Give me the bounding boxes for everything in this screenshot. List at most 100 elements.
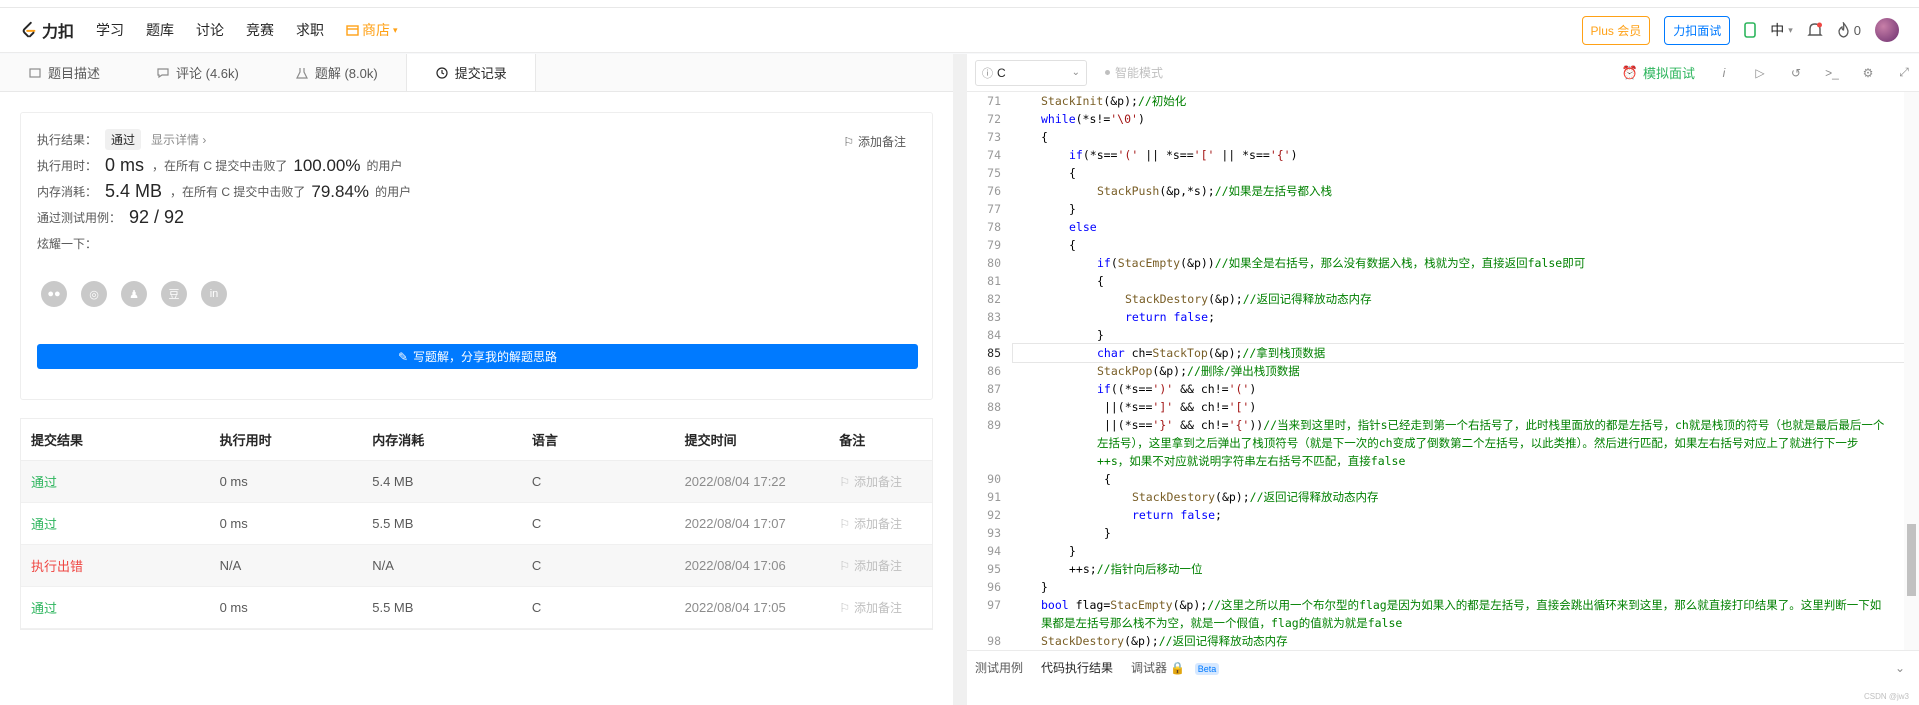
add-note-button[interactable]: ⚐ 添加备注 <box>829 515 932 532</box>
memory-cell: 5.4 MB <box>372 474 414 489</box>
settings-icon[interactable]: ⚙ <box>1861 66 1875 80</box>
code-line[interactable]: 92 return false; <box>967 506 1904 524</box>
phone-icon[interactable] <box>1744 22 1757 38</box>
nav-store[interactable]: 商店 ▾ <box>346 20 398 40</box>
tab-solutions[interactable]: 题解 (8.0k) <box>267 54 406 91</box>
code-line[interactable]: 78 else <box>967 218 1904 236</box>
status-cell[interactable]: 通过 <box>21 514 210 533</box>
memory-percent: 79.84% <box>311 181 370 201</box>
linkedin-icon[interactable]: in <box>201 281 227 307</box>
runtime-cell: 0 ms <box>219 600 248 615</box>
code-line[interactable]: 75 { <box>967 164 1904 182</box>
nav-jobs[interactable]: 求职 <box>296 20 324 40</box>
add-note-button[interactable]: ⚐ 添加备注 <box>843 133 906 150</box>
tab-debugger[interactable]: 调试器 🔒 Beta <box>1131 659 1220 676</box>
code-line[interactable]: 84} <box>967 326 1904 344</box>
fullscreen-icon[interactable]: ⤢ <box>1897 65 1911 80</box>
terminal-icon[interactable]: >_ <box>1825 66 1839 80</box>
add-note-button[interactable]: ⚐ 添加备注 <box>829 557 932 574</box>
table-row[interactable]: 通过 0 ms 5.5 MB C 2022/08/04 17:07 ⚐ 添加备注 <box>21 503 932 545</box>
tab-run-result[interactable]: 代码执行结果 <box>1041 659 1113 676</box>
nav-learn[interactable]: 学习 <box>96 20 124 40</box>
line-number: 75 <box>987 166 1001 180</box>
code-line[interactable]: 97 bool flag=StacEmpty(&p);//这里之所以用一个布尔型的… <box>967 596 1904 632</box>
tab-testcases[interactable]: 测试用例 <box>975 659 1023 676</box>
alarm-icon: ⏰ <box>1621 64 1638 80</box>
add-note-button[interactable]: ⚐ 添加备注 <box>829 473 932 490</box>
write-solution-button[interactable]: ✎ 写题解，分享我的解题思路 <box>37 344 918 369</box>
code-line[interactable]: 90 { <box>967 470 1904 488</box>
code-line[interactable]: 82 StackDestory(&p);//返回记得释放动态内存 <box>967 290 1904 308</box>
smart-mode-toggle[interactable]: 智能模式 <box>1105 64 1163 81</box>
plus-member-button[interactable]: Plus 会员 <box>1581 15 1651 45</box>
code-text: StackDestory(&p);//返回记得释放动态内存 <box>1125 292 1372 306</box>
table-row[interactable]: 通过 0 ms 5.4 MB C 2022/08/04 17:22 ⚐ 添加备注 <box>21 461 932 503</box>
code-line[interactable]: 73 { <box>967 128 1904 146</box>
reset-icon[interactable]: ↺ <box>1789 66 1803 80</box>
nav-discuss[interactable]: 讨论 <box>196 20 224 40</box>
runtime-value: 0 ms <box>105 155 145 175</box>
code-line[interactable]: 79 { <box>967 236 1904 254</box>
code-line[interactable]: 77} <box>967 200 1904 218</box>
status-cell[interactable]: 通过 <box>21 598 210 617</box>
tab-comments[interactable]: 评论 (4.6k) <box>128 54 267 91</box>
code-line[interactable]: 83 return false; <box>967 308 1904 326</box>
douban-icon[interactable]: 豆 <box>161 281 187 307</box>
table-row[interactable]: 通过 0 ms 5.5 MB C 2022/08/04 17:05 ⚐ 添加备注 <box>21 587 932 629</box>
bell-icon[interactable] <box>1807 22 1823 39</box>
code-line[interactable]: 98 StackDestory(&p);//返回记得释放动态内存 <box>967 632 1904 650</box>
code-line[interactable]: 87 if((*s==')' && ch!='(') <box>967 380 1904 398</box>
language-select[interactable]: ⓘ C ⌄ <box>975 59 1087 86</box>
panel-resize-handle[interactable] <box>953 54 967 705</box>
line-number: 95 <box>987 562 1001 576</box>
code-line[interactable]: 91 StackDestory(&p);//返回记得释放动态内存 <box>967 488 1904 506</box>
logo[interactable]: 力扣 <box>20 18 74 42</box>
code-line[interactable]: 93 } <box>967 524 1904 542</box>
tab-submissions[interactable]: 提交记录 <box>405 54 536 91</box>
chevron-down-icon[interactable]: ⌄ <box>1895 661 1905 675</box>
memory-cell: 5.5 MB <box>372 600 414 615</box>
show-details-link[interactable]: 显示详情 › <box>151 131 206 148</box>
code-line[interactable]: 81 { <box>967 272 1904 290</box>
code-line[interactable]: 89 ||(*s=='}' && ch!='{'))//当来到这里时，指针s已经… <box>967 416 1904 470</box>
avatar[interactable] <box>1875 18 1899 42</box>
status-cell[interactable]: 执行出错 <box>21 556 210 575</box>
exec-label: 执行结果： <box>37 133 98 147</box>
code-line[interactable]: 76 StackPush(&p,*s);//如果是左括号都入栈 <box>967 182 1904 200</box>
code-line[interactable]: 86 StackPop(&p);//删除/弹出栈顶数据 <box>967 362 1904 380</box>
code-line[interactable]: 80 if(StacEmpty(&p))//如果全是右括号，那么没有数据入栈，栈就… <box>967 254 1904 272</box>
nav-problems[interactable]: 题库 <box>146 20 174 40</box>
editor-scrollbar[interactable] <box>1904 92 1919 650</box>
code-line[interactable]: 85 char ch=StackTop(&p);//拿到栈顶数据 <box>967 343 1904 363</box>
code-line[interactable]: 96} <box>967 578 1904 596</box>
tab-description[interactable]: 题目描述 <box>0 54 128 91</box>
scroll-thumb[interactable] <box>1907 524 1916 596</box>
code-line[interactable]: 71 StackInit(&p);//初始化 <box>967 92 1904 110</box>
mock-interview-label: 模拟面试 <box>1642 66 1695 81</box>
runtime-cell: N/A <box>219 558 242 573</box>
line-number: 93 <box>987 526 1001 540</box>
language-switch[interactable]: 中 ▾ <box>1770 20 1793 40</box>
status-cell[interactable]: 通过 <box>21 472 210 491</box>
points-counter[interactable]: 0 <box>1837 22 1861 38</box>
add-note-button[interactable]: ⚐ 添加备注 <box>829 599 932 616</box>
mock-interview-button[interactable]: ⏰ 模拟面试 <box>1622 63 1695 82</box>
wechat-icon[interactable]: ●● <box>41 281 67 307</box>
interview-button[interactable]: 力扣面试 <box>1664 15 1731 45</box>
code-editor[interactable]: 71 StackInit(&p);//初始化 72 while(*s!='\0') 73… <box>967 92 1904 650</box>
qq-icon[interactable]: ♟ <box>121 281 147 307</box>
weibo-icon[interactable]: ◎ <box>81 281 107 307</box>
problem-tabs: 题目描述 评论 (4.6k) 题解 (8.0k) 提交记录 <box>0 54 953 92</box>
nav-contest[interactable]: 竞赛 <box>246 20 274 40</box>
code-line[interactable]: 74 if(*s=='(' || *s=='[' || *s=='{') <box>967 146 1904 164</box>
logo-text: 力扣 <box>42 24 75 41</box>
code-line[interactable]: 88 ||(*s==']' && ch!='[') <box>967 398 1904 416</box>
play-icon[interactable]: ▷ <box>1753 66 1767 80</box>
code-line[interactable]: 95 ++s;//指针向后移动一位 <box>967 560 1904 578</box>
code-line[interactable]: 72 while(*s!='\0') <box>967 110 1904 128</box>
info-icon[interactable]: i <box>1717 66 1731 80</box>
testcases-label: 通过测试用例： <box>37 211 122 225</box>
table-row[interactable]: 执行出错 N/A N/A C 2022/08/04 17:06 ⚐ 添加备注 <box>21 545 932 587</box>
line-number: 71 <box>987 94 1001 108</box>
code-line[interactable]: 94} <box>967 542 1904 560</box>
